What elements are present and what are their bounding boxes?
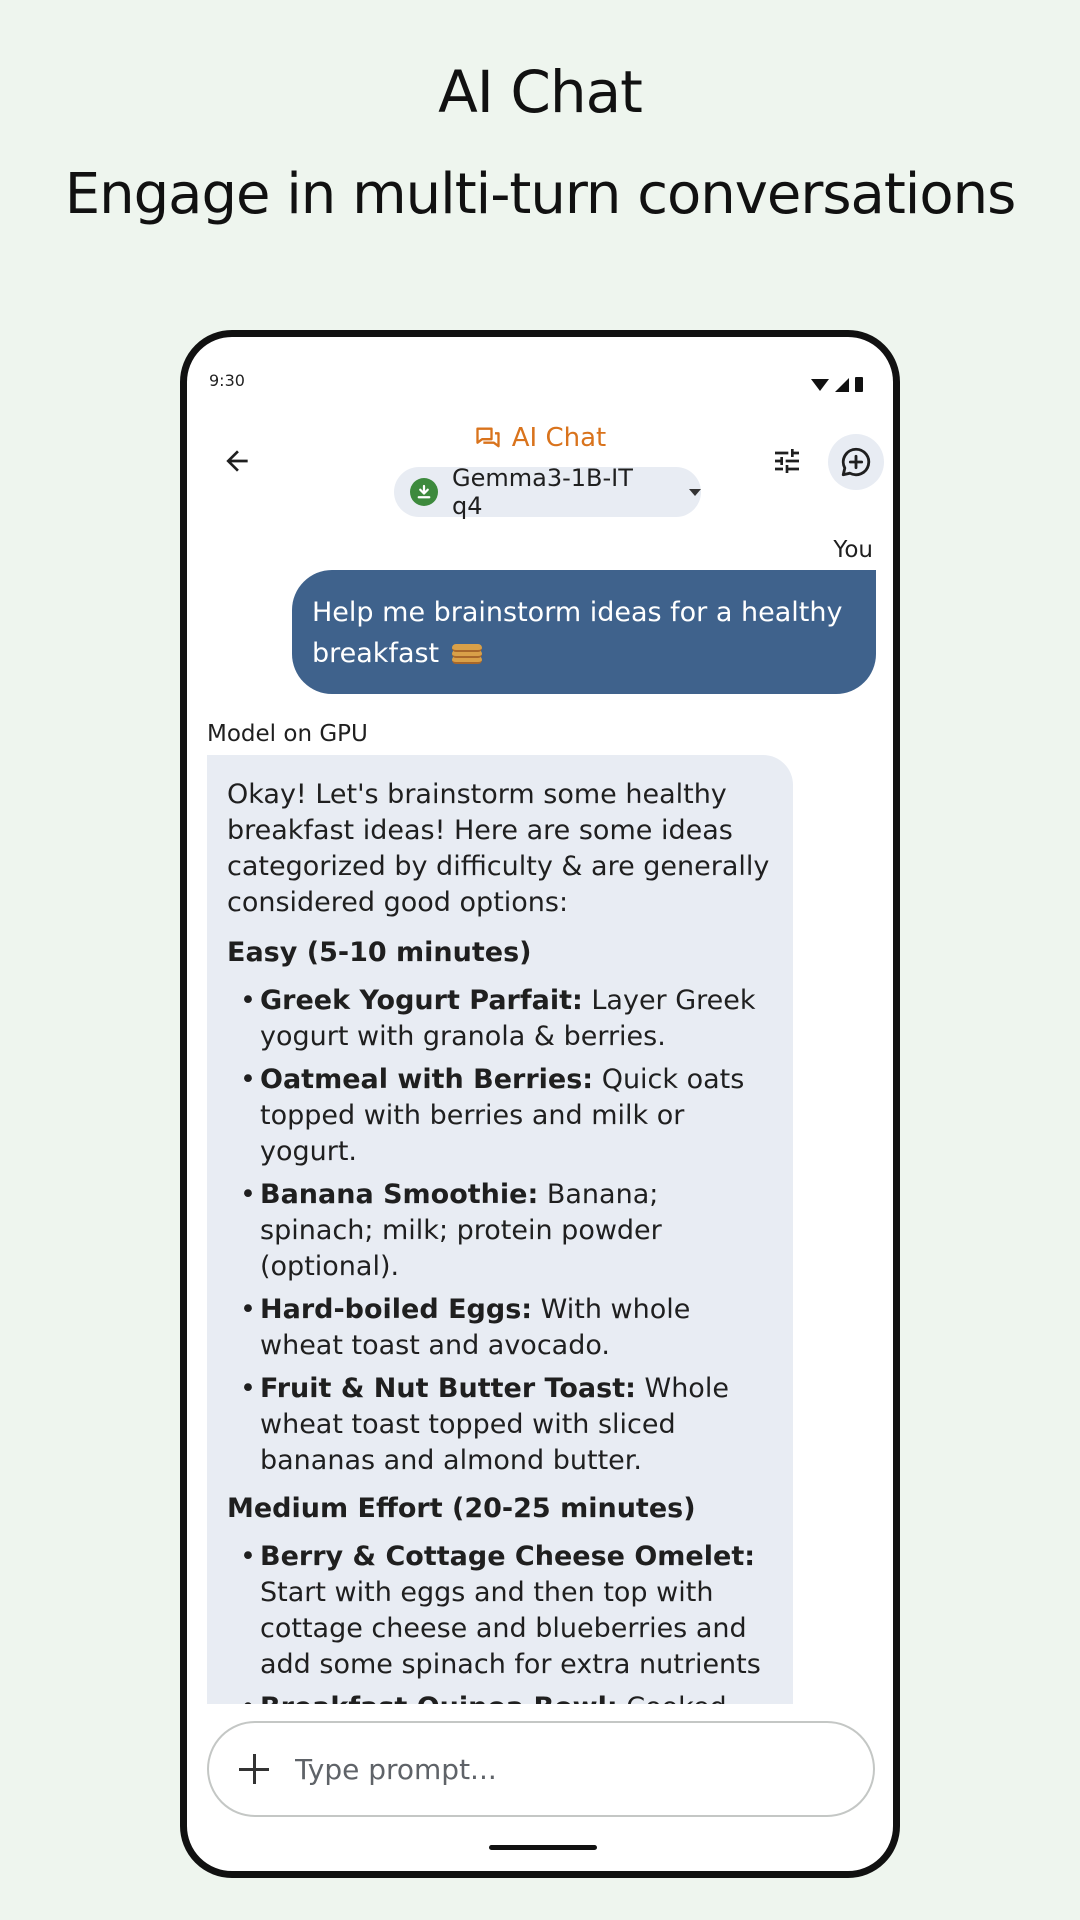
- section-heading: Easy (5-10 minutes): [227, 937, 532, 968]
- tune-icon: [775, 449, 799, 473]
- list-item: Hard-boiled Eggs: With whole wheat toast…: [227, 1292, 773, 1364]
- model-selector[interactable]: Gemma3-1B-IT q4: [394, 464, 701, 520]
- section-list: Berry & Cottage Cheese Omelet: Start wit…: [227, 1539, 773, 1704]
- item-name: Oatmeal with Berries:: [260, 1064, 594, 1095]
- download-done-icon: [410, 478, 438, 506]
- phone-frame: 9:30 AI Chat Gemma3-1B-IT q4 You Help me…: [180, 330, 900, 1878]
- item-name: Fruit & Nut Butter Toast:: [260, 1373, 636, 1404]
- user-message-text: Help me brainstorm ideas for a healthy b…: [312, 597, 843, 669]
- user-message-bubble: Help me brainstorm ideas for a healthy b…: [292, 570, 876, 694]
- model-label: Model on GPU: [207, 721, 368, 747]
- status-icons: [811, 377, 863, 392]
- list-item: Banana Smoothie: Banana; spinach; milk; …: [227, 1177, 773, 1285]
- model-intro-text: Okay! Let's brainstorm some healthy brea…: [227, 779, 770, 918]
- prompt-bar: [207, 1721, 875, 1817]
- list-item: Greek Yogurt Parfait: Layer Greek yogurt…: [227, 983, 773, 1055]
- section-heading: Medium Effort (20-25 minutes): [227, 1493, 696, 1524]
- chevron-down-icon: [689, 488, 701, 496]
- list-item: Oatmeal with Berries: Quick oats topped …: [227, 1062, 773, 1170]
- add-comment-icon: [841, 447, 871, 477]
- plus-icon[interactable]: [239, 1754, 269, 1784]
- user-label: You: [833, 537, 873, 563]
- hero-title: AI Chat: [438, 58, 643, 126]
- app-title-text: AI Chat: [511, 423, 607, 453]
- item-name: Banana Smoothie:: [260, 1179, 539, 1210]
- section-list: Greek Yogurt Parfait: Layer Greek yogurt…: [227, 983, 773, 1479]
- new-chat-button[interactable]: [828, 434, 884, 490]
- battery-icon: [855, 377, 863, 392]
- list-item: Fruit & Nut Butter Toast: Whole wheat to…: [227, 1371, 773, 1479]
- wifi-icon: [811, 378, 829, 391]
- item-name: Hard-boiled Eggs:: [260, 1294, 533, 1325]
- status-time: 9:30: [209, 371, 245, 390]
- item-name: Greek Yogurt Parfait:: [260, 985, 583, 1016]
- model-message-bubble: Okay! Let's brainstorm some healthy brea…: [207, 755, 793, 1704]
- item-name: Breakfast Quinoa Bowl:: [260, 1692, 618, 1704]
- home-indicator[interactable]: [489, 1845, 597, 1850]
- item-name: Berry & Cottage Cheese Omelet:: [260, 1541, 756, 1572]
- settings-button[interactable]: [767, 441, 807, 481]
- list-item: Berry & Cottage Cheese Omelet: Start wit…: [227, 1539, 773, 1683]
- pancakes-emoji-icon: [451, 640, 482, 666]
- chat-bubbles-icon: [476, 427, 500, 448]
- hero-subtitle: Engage in multi-turn conversations: [64, 162, 1017, 227]
- signal-icon: [835, 377, 849, 392]
- model-name: Gemma3-1B-IT q4: [452, 464, 633, 520]
- prompt-input[interactable]: [295, 1752, 815, 1786]
- list-item: Breakfast Quinoa Bowl: Cooked quinoa top…: [227, 1690, 773, 1704]
- item-desc: Start with eggs and then top with cottag…: [260, 1577, 761, 1680]
